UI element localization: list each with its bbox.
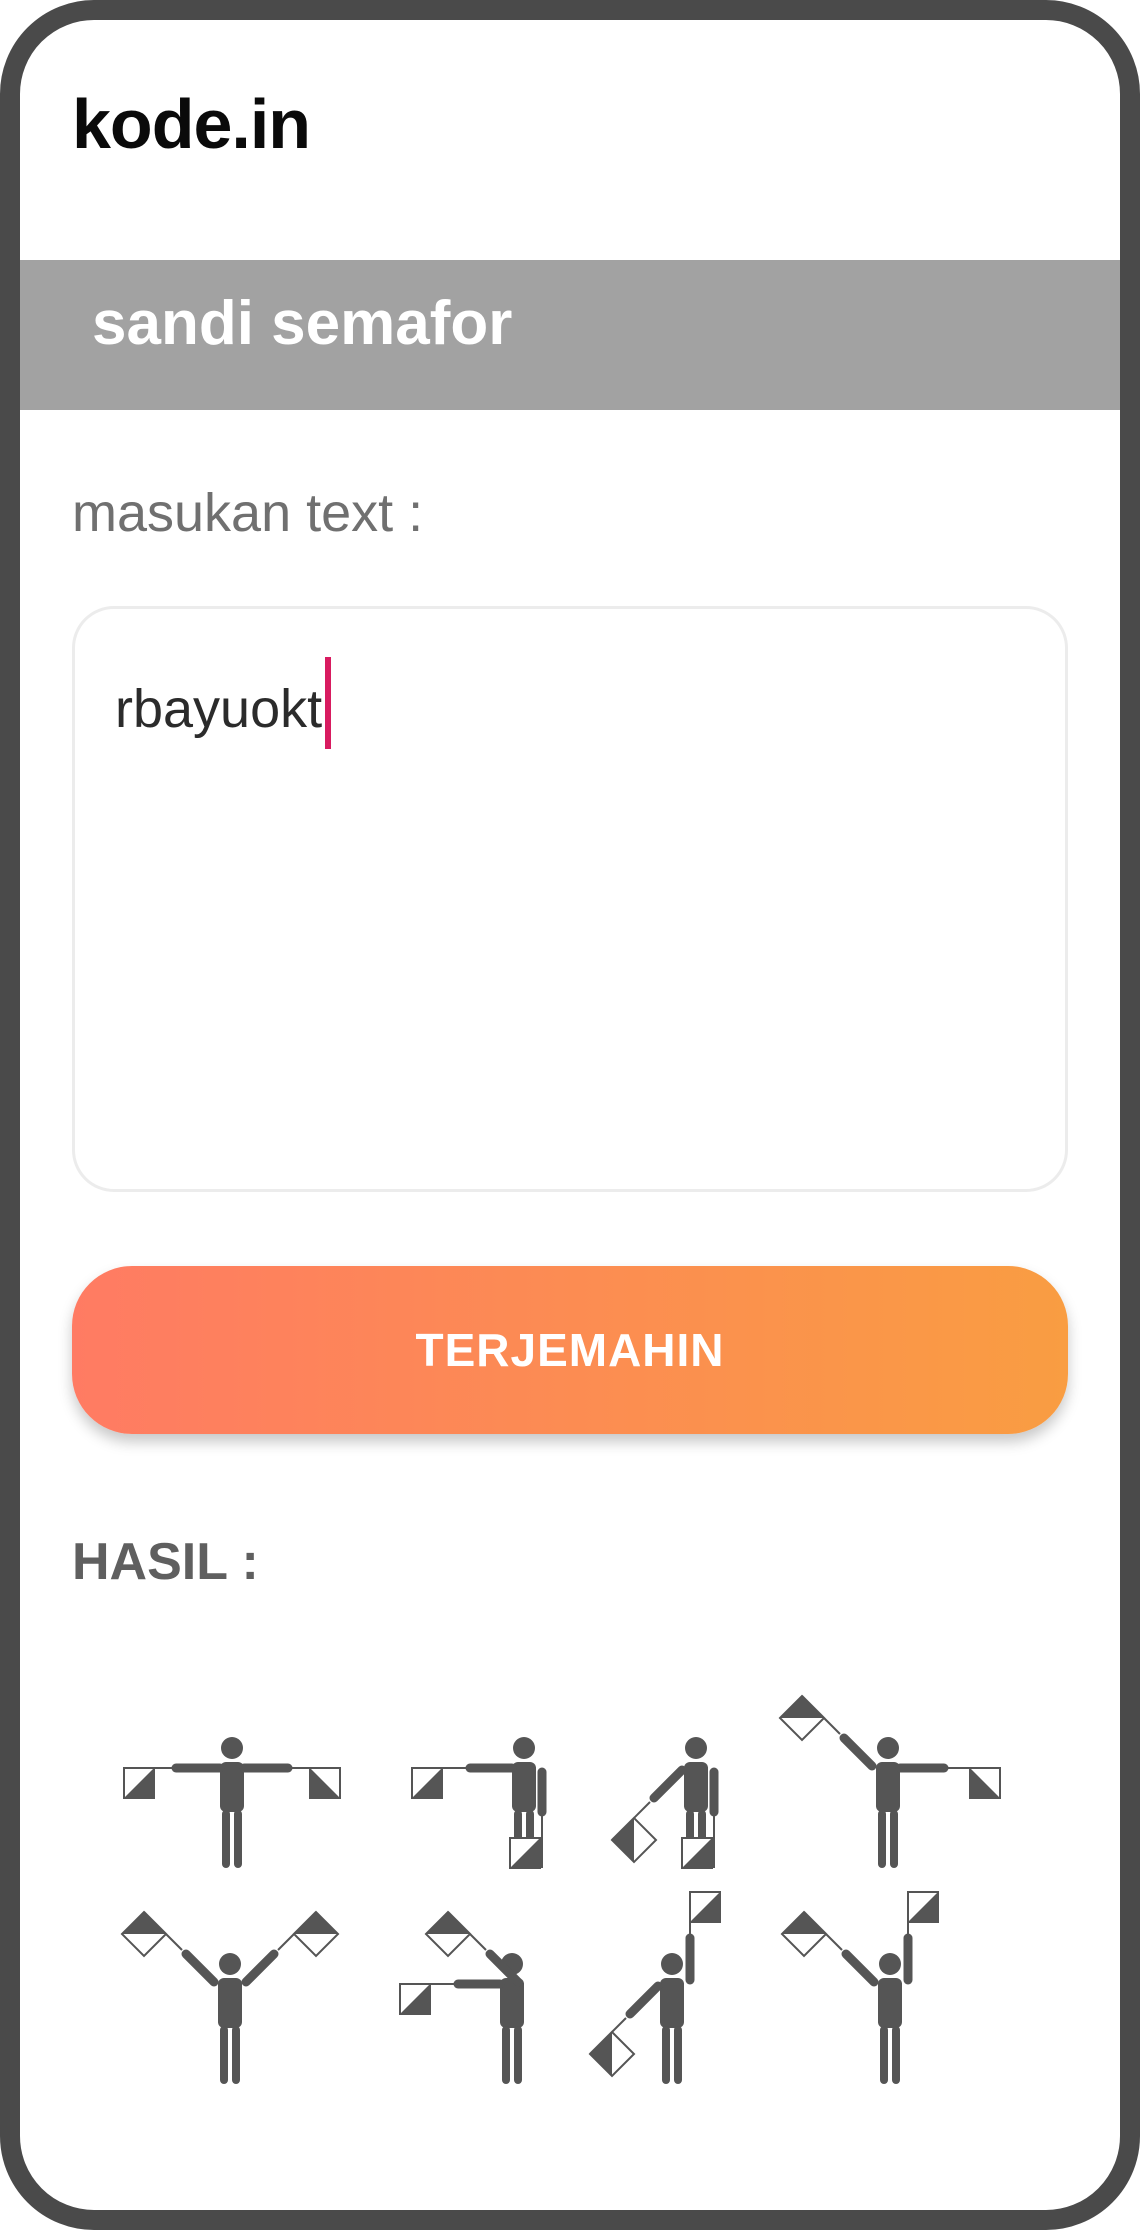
semaphore-result-grid xyxy=(20,20,1120,2210)
semaphore-figure-t xyxy=(758,1878,1018,2098)
phone-frame: kode.in sandi semafor masukan text : rba… xyxy=(0,0,1140,2230)
semaphore-figure-y xyxy=(758,1662,1018,1882)
semaphore-figure-r xyxy=(102,1662,362,1882)
semaphore-figure-u xyxy=(102,1878,362,2098)
